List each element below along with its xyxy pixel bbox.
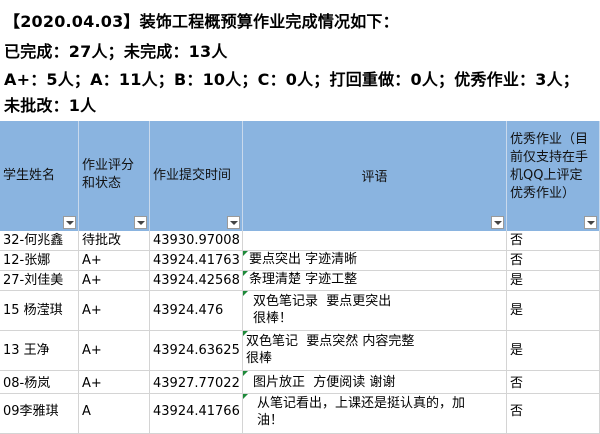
cell-grade[interactable]: A — [79, 394, 150, 434]
table-header-row: 学生姓名 作业评分 和状态 作业提交时间 评语 优秀作业（目 前仅支持在手 机Q… — [0, 121, 600, 231]
summary-grades: A+：5人；A：11人；B：10人；C：0人；打回重做：0人；优秀作业：3人； — [4, 70, 579, 89]
column-header-excellent[interactable]: 优秀作业（目 前仅支持在手 机QQ上评定 优秀作业） — [507, 121, 600, 231]
column-header-label: 优秀作业（目 前仅支持在手 机QQ上评定 优秀作业） — [510, 132, 589, 201]
filter-dropdown-icon[interactable] — [134, 216, 147, 229]
comment-indicator-icon — [243, 251, 248, 256]
cell-student-name[interactable]: 12-张娜 — [0, 251, 79, 271]
comment-indicator-icon — [243, 271, 248, 276]
cell-student-name[interactable]: 08-杨岚 — [0, 371, 79, 394]
cell-excellent[interactable]: 是 — [507, 331, 600, 371]
table-row[interactable]: 08-杨岚 A+ 43927.77022 图片放正 方便阅读 谢谢 否 — [0, 371, 600, 394]
cell-submit-time[interactable]: 43924.63625 — [150, 331, 243, 371]
column-header-label: 作业评分 和状态 — [82, 158, 135, 191]
column-header-label: 学生姓名 — [3, 168, 56, 183]
table-row[interactable]: 13 王净 A+ 43924.63625 双色笔记 要点突然 内容完整 很棒 是 — [0, 331, 600, 371]
cell-student-name[interactable]: 15 杨滢琪 — [0, 291, 79, 331]
filter-dropdown-icon[interactable] — [227, 216, 240, 229]
cell-comment[interactable]: 双色笔记 要点突然 内容完整 很棒 — [243, 331, 507, 371]
cell-excellent[interactable]: 否 — [507, 251, 600, 271]
cell-excellent[interactable]: 是 — [507, 271, 600, 291]
cell-submit-time[interactable]: 43924.41766 — [150, 394, 243, 434]
cell-submit-time[interactable]: 43927.77022 — [150, 371, 243, 394]
cell-submit-time[interactable]: 43930.97008 — [150, 231, 243, 251]
cell-student-name[interactable]: 09李雅琪 — [0, 394, 79, 434]
column-header-student-name[interactable]: 学生姓名 — [0, 121, 79, 231]
cell-student-name[interactable]: 13 王净 — [0, 331, 79, 371]
table-row[interactable]: 15 杨滢琪 A+ 43924.476 双色笔记录 要点更突出 很棒！ 是 — [0, 291, 600, 331]
table-row[interactable]: 09李雅琪 A 43924.41766 从笔记看出，上课还是挺认真的，加 油！ … — [0, 394, 600, 434]
filter-dropdown-icon[interactable] — [63, 216, 76, 229]
cell-comment[interactable] — [243, 231, 507, 251]
cell-excellent[interactable]: 否 — [507, 394, 600, 434]
cell-comment[interactable]: 要点突出 字迹清晰 — [243, 251, 507, 271]
cell-comment[interactable]: 从笔记看出，上课还是挺认真的，加 油！ — [243, 394, 507, 434]
column-header-label: 评语 — [361, 170, 388, 185]
cell-excellent[interactable]: 否 — [507, 231, 600, 251]
cell-grade[interactable]: A+ — [79, 371, 150, 394]
cell-grade[interactable]: A+ — [79, 331, 150, 371]
column-header-submit-time[interactable]: 作业提交时间 — [150, 121, 243, 231]
cell-submit-time[interactable]: 43924.41763 — [150, 251, 243, 271]
column-header-grade-status[interactable]: 作业评分 和状态 — [79, 121, 150, 231]
cell-submit-time[interactable]: 43924.476 — [150, 291, 243, 331]
column-header-label: 作业提交时间 — [153, 168, 232, 183]
cell-comment[interactable]: 条理清楚 字迹工整 — [243, 271, 507, 291]
cell-grade[interactable]: A+ — [79, 271, 150, 291]
column-header-comment[interactable]: 评语 — [243, 121, 507, 231]
filter-dropdown-icon[interactable] — [584, 216, 597, 229]
summary-header: 【2020.04.03】装饰工程概预算作业完成情况如下： 已完成：27人；未完成… — [0, 0, 600, 121]
table-row[interactable]: 32-何兆鑫 待批改 43930.97008 否 — [0, 231, 600, 251]
comment-indicator-icon — [243, 394, 248, 399]
cell-grade[interactable]: A+ — [79, 251, 150, 271]
cell-student-name[interactable]: 27-刘佳美 — [0, 271, 79, 291]
cell-excellent[interactable]: 否 — [507, 371, 600, 394]
comment-indicator-icon — [243, 291, 248, 296]
cell-grade[interactable]: 待批改 — [79, 231, 150, 251]
cell-excellent[interactable]: 是 — [507, 291, 600, 331]
table-row[interactable]: 27-刘佳美 A+ 43924.42568 条理清楚 字迹工整 是 — [0, 271, 600, 291]
summary-completion: 已完成：27人；未完成：13人 — [4, 42, 228, 61]
cell-comment[interactable]: 图片放正 方便阅读 谢谢 — [243, 371, 507, 394]
cell-grade[interactable]: A+ — [79, 291, 150, 331]
summary-title: 【2020.04.03】装饰工程概预算作业完成情况如下： — [4, 12, 399, 31]
filter-dropdown-icon[interactable] — [491, 216, 504, 229]
summary-ungraded: 未批改：1人 — [4, 96, 97, 115]
comment-indicator-icon — [243, 371, 248, 376]
cell-student-name[interactable]: 32-何兆鑫 — [0, 231, 79, 251]
table-row[interactable]: 12-张娜 A+ 43924.41763 要点突出 字迹清晰 否 — [0, 251, 600, 271]
cell-comment[interactable]: 双色笔记录 要点更突出 很棒！ — [243, 291, 507, 331]
cell-submit-time[interactable]: 43924.42568 — [150, 271, 243, 291]
